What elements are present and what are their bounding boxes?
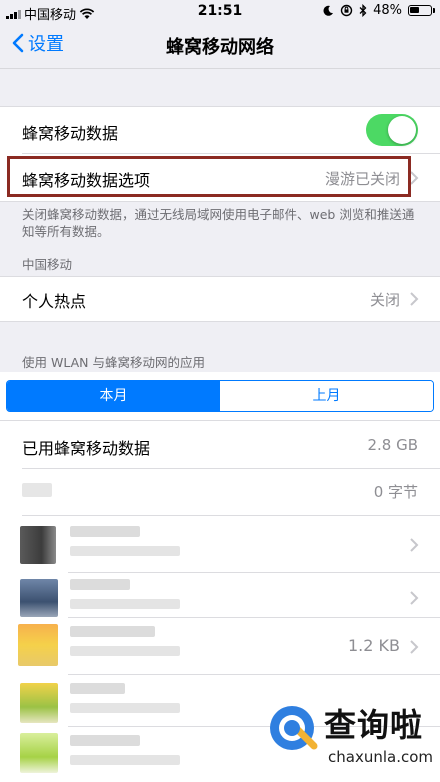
hotspot-row[interactable]: 个人热点 关闭 <box>0 276 440 322</box>
blurred-app-detail <box>70 599 180 609</box>
watermark-logo: 查询啦 chaxunla.com <box>262 694 440 782</box>
blurred-app-name <box>70 526 140 537</box>
blurred-app-detail <box>70 546 180 556</box>
battery-level <box>410 7 419 13</box>
blurred-app-detail <box>70 755 180 765</box>
usage-section-header: 使用 WLAN 与蜂窝移动网的应用 <box>22 355 205 370</box>
app-usage-row[interactable] <box>0 516 440 574</box>
app-usage-row[interactable]: 1.2 KB <box>0 618 440 676</box>
search-logo-icon <box>270 706 318 750</box>
blurred-app-detail <box>70 703 180 713</box>
blurred-app-name <box>22 483 52 497</box>
segment-this-month[interactable]: 本月 <box>7 381 220 411</box>
highlight-box <box>7 156 411 197</box>
cellular-data-toggle[interactable] <box>366 114 418 146</box>
app-icon <box>20 733 58 773</box>
carrier-section-header: 中国移动 <box>22 257 73 272</box>
app-icon <box>20 579 58 617</box>
nav-divider <box>0 68 440 69</box>
watermark-domain: chaxunla.com <box>328 748 433 766</box>
navigation-bar: 设置 蜂窝移动网络 <box>0 24 440 68</box>
cellular-data-label: 蜂窝移动数据 <box>22 124 119 143</box>
status-bar: 中国移动 21:51 48% <box>0 0 440 24</box>
app-usage-value: 0 字节 <box>373 483 418 501</box>
hotspot-label: 个人热点 <box>22 292 87 311</box>
blurred-app-name <box>70 579 130 590</box>
blurred-app-name <box>70 683 125 694</box>
app-icon <box>20 683 58 723</box>
footer-note: 关闭蜂窝移动数据，通过无线局域网使用电子邮件、web 浏览和推送通知等所有数据。 <box>22 207 415 239</box>
blurred-app-name <box>70 626 155 637</box>
watermark-name: 查询啦 <box>324 706 424 744</box>
used-data-label: 已用蜂窝移动数据 <box>22 439 151 458</box>
chevron-right-icon <box>410 591 419 605</box>
row-top-border <box>0 276 440 277</box>
period-segmented-control: 本月 上月 <box>6 380 434 412</box>
chevron-right-icon <box>410 292 419 306</box>
bluetooth-icon <box>359 4 367 17</box>
hotspot-value: 关闭 <box>369 291 400 309</box>
battery-percent: 48% <box>373 3 402 18</box>
row-bottom-border <box>0 321 440 322</box>
moon-icon <box>323 5 334 16</box>
blurred-app-detail <box>70 646 180 656</box>
page-title: 蜂窝移动网络 <box>166 37 274 58</box>
battery-icon <box>408 5 435 16</box>
app-usage-value: 1.2 KB <box>348 636 400 655</box>
blurred-app-name <box>70 735 140 746</box>
app-icon <box>20 526 56 564</box>
app-usage-row: 0 字节 <box>0 469 440 515</box>
row-separator <box>0 420 440 421</box>
status-right: 48% <box>322 3 435 18</box>
group-top-border <box>0 106 440 107</box>
app-icon <box>18 624 58 666</box>
chevron-right-icon <box>410 640 419 654</box>
toggle-knob <box>388 116 416 144</box>
segment-last-month[interactable]: 上月 <box>220 381 433 411</box>
group-bottom-border <box>0 201 440 202</box>
rotation-lock-icon <box>340 4 353 17</box>
used-data-value: 2.8 GB <box>367 436 418 454</box>
chevron-right-icon <box>410 538 419 552</box>
